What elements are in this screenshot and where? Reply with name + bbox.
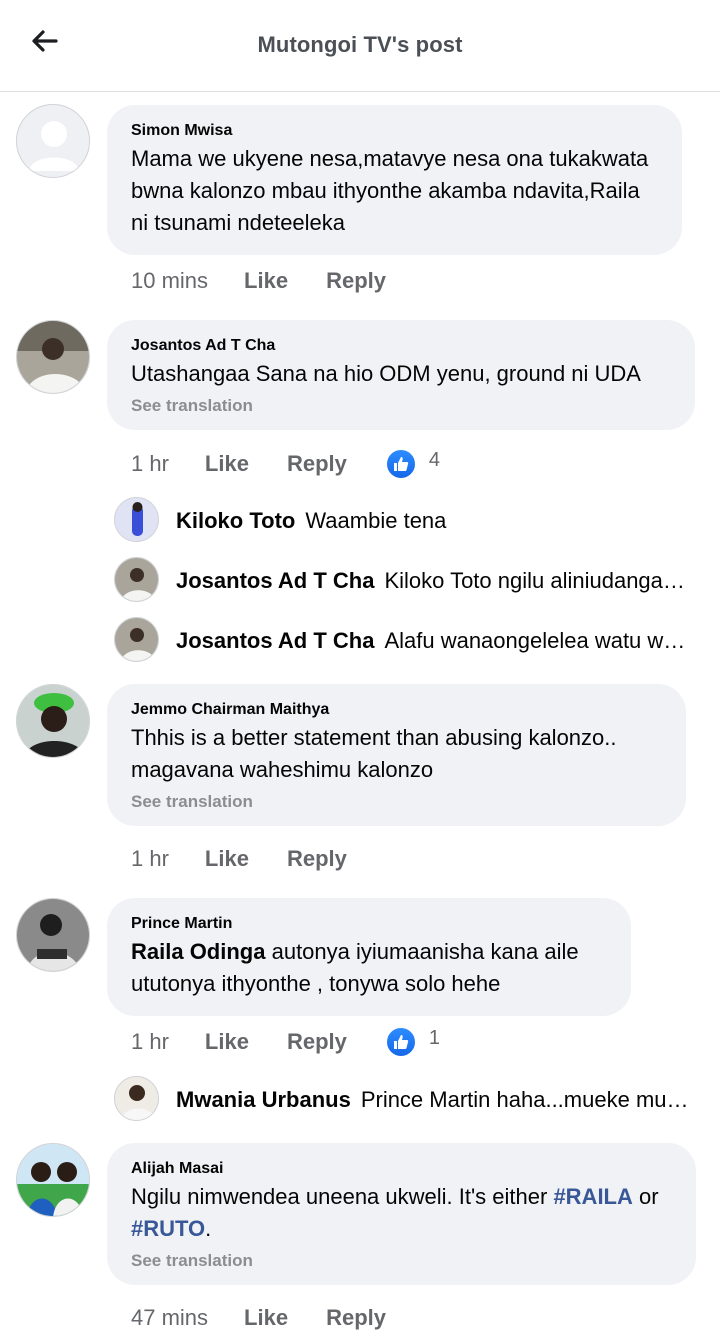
reply-author[interactable]: Josantos Ad T Cha <box>176 568 374 593</box>
hashtag-link[interactable]: #RUTO <box>131 1216 205 1241</box>
mention-link[interactable]: Raila Odinga <box>131 939 265 964</box>
comment-bubble[interactable]: Jemmo Chairman Maithya Thhis is a better… <box>107 684 686 826</box>
page-title: Mutongoi TV's post <box>257 32 463 57</box>
reply-item[interactable]: Mwania Urbanus Prince Martin haha...mueke… <box>114 1076 694 1122</box>
reply-item[interactable]: Josantos Ad T Cha Kiloko Toto ngilu alini… <box>114 557 694 603</box>
comment-text: Utashangaa Sana na hio ODM yenu, ground … <box>131 361 641 386</box>
comment-actions: 10 mins Like Reply <box>131 266 424 296</box>
comment-author[interactable]: Jemmo Chairman Maithya <box>131 700 662 720</box>
reply-button[interactable]: Reply <box>326 268 386 294</box>
comment-author[interactable]: Josantos Ad T Cha <box>131 336 671 356</box>
like-button[interactable]: Like <box>244 1305 288 1331</box>
hashtag-link[interactable]: #RAILA <box>553 1184 632 1209</box>
reply-button[interactable]: Reply <box>287 451 347 477</box>
reply-button[interactable]: Reply <box>326 1305 386 1331</box>
comment-author[interactable]: Simon Mwisa <box>131 121 658 141</box>
reply-author[interactable]: Josantos Ad T Cha <box>176 628 374 653</box>
comment-bubble[interactable]: Prince Martin Raila Odinga autonya iyium… <box>107 898 631 1016</box>
comment-time: 47 mins <box>131 1305 209 1330</box>
reply-text: Alafu wanaongelelea watu wengine <box>384 628 694 653</box>
comment-time: 1 hr <box>131 451 169 476</box>
comment-bubble[interactable]: Simon Mwisa Mama we ukyene nesa,matavye … <box>107 105 682 255</box>
comment-time: 1 hr <box>131 846 169 871</box>
profile-photo-icon <box>115 618 158 661</box>
comment-actions: 47 mins Like Reply <box>131 1303 424 1333</box>
profile-photo-icon <box>17 685 89 757</box>
comment-bubble[interactable]: Alijah Masai Ngilu nimwendea uneena ukwe… <box>107 1143 696 1285</box>
default-profile-icon <box>17 105 89 177</box>
avatar[interactable] <box>16 320 90 394</box>
thumbs-up-icon <box>384 448 417 480</box>
avatar[interactable] <box>114 497 159 542</box>
avatar[interactable] <box>16 684 90 758</box>
comment-author[interactable]: Prince Martin <box>131 914 607 934</box>
comment-text: or <box>632 1184 659 1209</box>
comment-text: Ngilu nimwendea uneena ukweli. It's eith… <box>131 1184 554 1209</box>
reply-item[interactable]: Josantos Ad T Cha Alafu wanaongelelea wat… <box>114 617 694 663</box>
reaction-count: 1 <box>428 1026 440 1049</box>
reply-text: Prince Martin haha...mueke mutonye <box>360 1087 694 1112</box>
comment-bubble[interactable]: Josantos Ad T Cha Utashangaa Sana na hio… <box>107 320 695 430</box>
thumbs-up-icon <box>384 1026 417 1058</box>
reply-button[interactable]: Reply <box>287 846 347 872</box>
profile-photo-icon <box>17 321 89 393</box>
avatar-placeholder[interactable] <box>16 104 90 178</box>
see-translation-link[interactable]: See translation <box>131 1251 672 1271</box>
profile-photo-icon <box>115 498 158 541</box>
see-translation-link[interactable]: See translation <box>131 792 662 812</box>
comment-text: . <box>205 1216 212 1241</box>
reply-author[interactable]: Kiloko Toto <box>176 508 295 533</box>
like-button[interactable]: Like <box>205 846 249 872</box>
comment-time: 10 mins <box>131 268 209 293</box>
reply-author[interactable]: Mwania Urbanus <box>176 1087 351 1112</box>
reply-button[interactable]: Reply <box>287 1029 347 1055</box>
comment-text: Mama we ukyene nesa,matavye nesa ona tuk… <box>131 146 649 235</box>
profile-photo-icon <box>17 1144 89 1216</box>
reaction-summary[interactable]: 4 <box>384 448 440 480</box>
avatar[interactable] <box>114 617 159 662</box>
comment-actions: 1 hr Like Reply <box>131 844 385 874</box>
like-button[interactable]: Like <box>205 451 249 477</box>
avatar[interactable] <box>114 1076 159 1121</box>
reaction-summary[interactable]: 1 <box>384 1026 440 1058</box>
reply-text: Waambie tena <box>305 508 447 533</box>
top-bar: Mutongoi TV's post <box>0 0 720 92</box>
like-button[interactable]: Like <box>205 1029 249 1055</box>
reply-item[interactable]: Kiloko Toto Waambie tena <box>114 497 694 543</box>
comment-author[interactable]: Alijah Masai <box>131 1159 672 1179</box>
comment-text: Thhis is a better statement than abusing… <box>131 725 617 782</box>
avatar[interactable] <box>16 898 90 972</box>
comment-actions: 1 hr Like Reply 1 <box>131 1026 440 1058</box>
comment-actions: 1 hr Like Reply 4 <box>131 448 440 480</box>
reaction-count: 4 <box>428 448 440 471</box>
profile-photo-icon <box>17 899 89 971</box>
see-translation-link[interactable]: See translation <box>131 396 671 416</box>
profile-photo-icon <box>115 558 158 601</box>
profile-photo-icon <box>115 1077 158 1120</box>
reply-text: Kiloko Toto ngilu aliniudanganya ithyont… <box>384 568 694 593</box>
like-button[interactable]: Like <box>244 268 288 294</box>
comment-time: 1 hr <box>131 1029 169 1054</box>
avatar[interactable] <box>16 1143 90 1217</box>
avatar[interactable] <box>114 557 159 602</box>
